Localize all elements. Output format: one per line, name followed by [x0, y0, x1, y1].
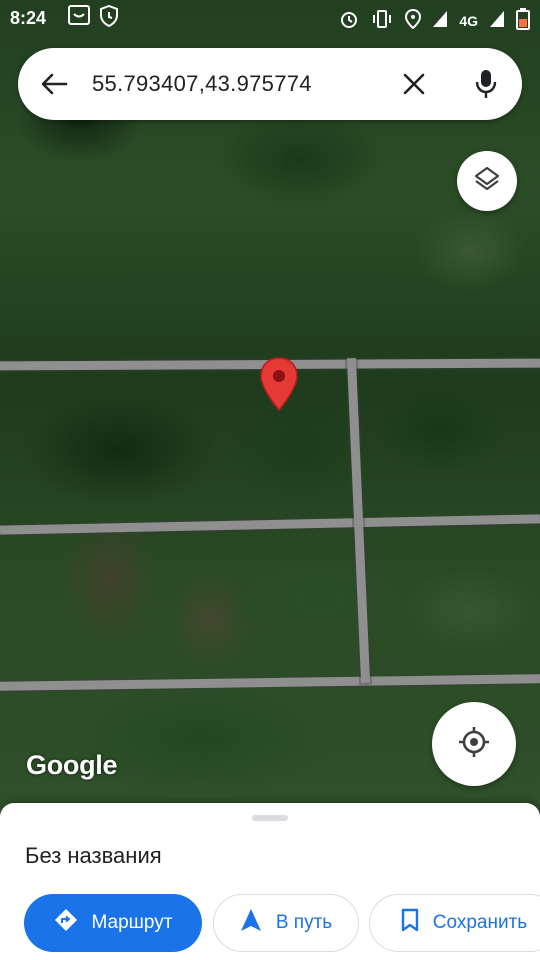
arrow-back-icon[interactable]: [36, 66, 72, 102]
layers-icon: [473, 165, 501, 198]
vibrate-icon: [371, 9, 393, 32]
go-button-label: В путь: [275, 912, 333, 933]
signal-icon: [433, 11, 448, 30]
battery-icon: [516, 8, 530, 33]
google-logo: Google: [26, 750, 118, 780]
road: [0, 674, 540, 691]
sheet-drag-handle[interactable]: [252, 815, 288, 821]
save-button[interactable]: Сохранить: [369, 894, 540, 952]
layers-button[interactable]: [457, 151, 517, 211]
status-time: 8:24: [10, 7, 47, 28]
my-location-icon: [457, 725, 491, 764]
search-bar[interactable]: 55.793407,43.975774: [18, 48, 522, 120]
my-location-button[interactable]: [432, 702, 516, 786]
shield-icon: [100, 4, 119, 32]
directions-icon: [54, 908, 78, 938]
route-button-label: Маршрут: [91, 912, 173, 933]
status-bar: 8:24 4G: [0, 0, 540, 36]
route-button[interactable]: Маршрут: [24, 894, 202, 952]
close-icon[interactable]: [396, 66, 432, 102]
map-pin-icon[interactable]: [258, 356, 300, 417]
search-input[interactable]: 55.793407,43.975774: [92, 71, 396, 97]
place-title: Без названия: [25, 843, 162, 868]
smile-box-icon: [68, 4, 91, 32]
navigation-icon: [240, 908, 262, 938]
network-type: 4G: [459, 12, 478, 29]
road: [0, 514, 540, 535]
bookmark-icon: [401, 908, 419, 938]
signal-icon: [490, 11, 504, 30]
go-button[interactable]: В путь: [213, 894, 359, 952]
mic-icon[interactable]: [468, 66, 504, 102]
place-sheet[interactable]: Без названия Маршрут В путь Сохранить: [0, 803, 540, 960]
alarm-icon: [339, 9, 359, 32]
location-icon: [405, 8, 422, 32]
save-button-label: Сохранить: [432, 912, 528, 933]
